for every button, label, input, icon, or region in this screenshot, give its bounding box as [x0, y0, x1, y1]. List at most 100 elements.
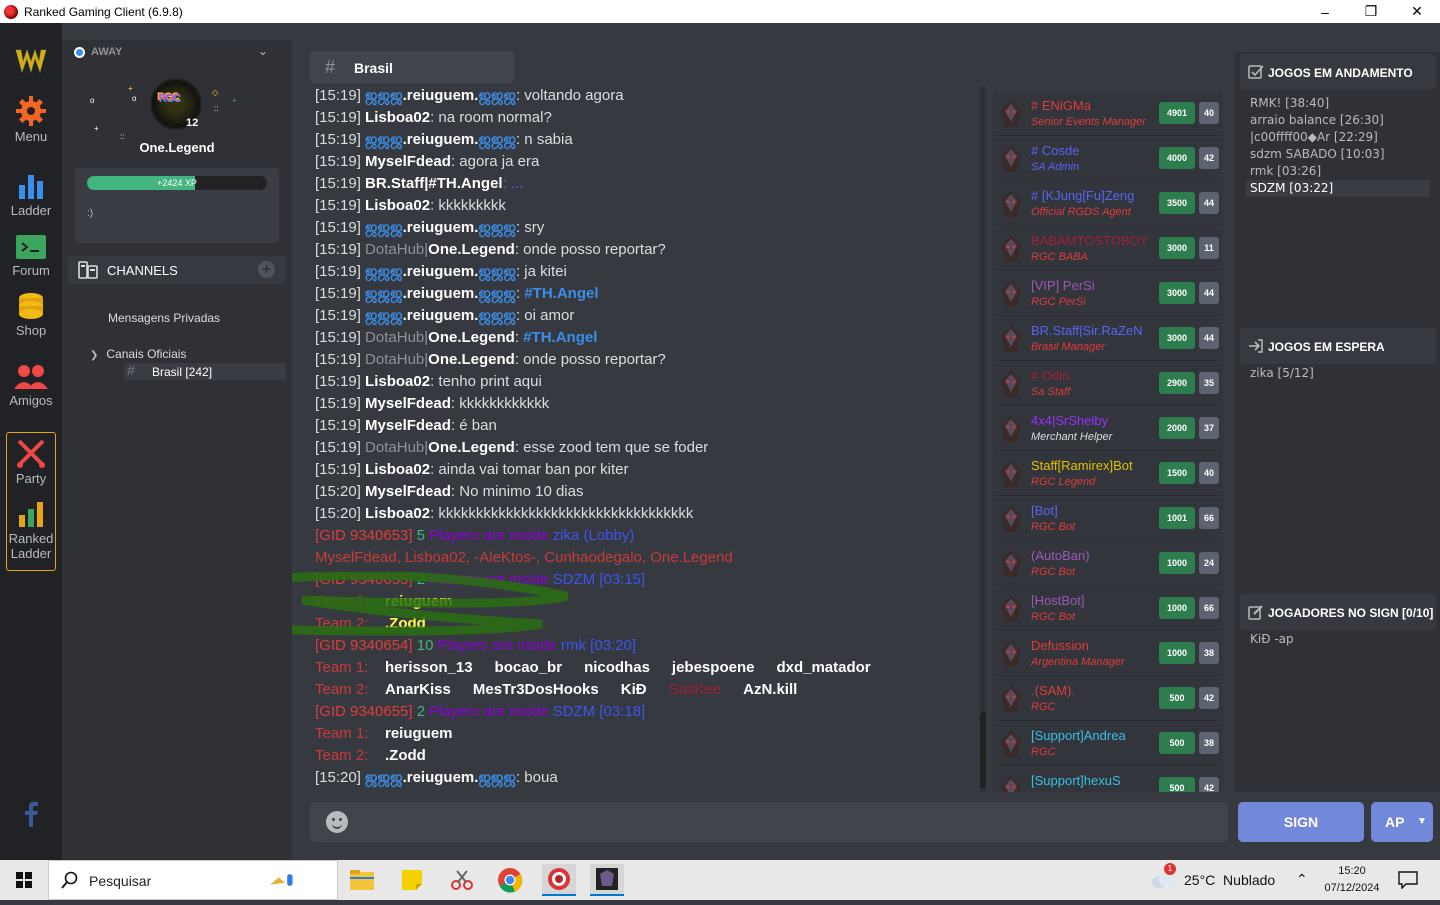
message-author[interactable]: MyselFdead [365, 417, 451, 434]
game-list-item[interactable]: |c00ffff00◆Ar [22:29] [1250, 129, 1430, 146]
message-author[interactable]: .reiuguem. [403, 263, 479, 280]
member-row[interactable]: .(SAM). RGC 500 42 [993, 677, 1223, 721]
message-author[interactable]: BR.Staff|#TH.Angel [365, 175, 503, 192]
message-author[interactable]: One.Legend [428, 439, 515, 456]
team-player[interactable]: AzN.kill [743, 681, 797, 698]
add-channel-button[interactable]: + [258, 261, 275, 278]
nav-menu[interactable]: Menu [0, 95, 62, 144]
close-button[interactable]: ✕ [1394, 0, 1440, 23]
game-name[interactable]: SDZM [03:15] [553, 571, 646, 588]
private-messages[interactable]: Mensagens Privadas [108, 311, 220, 325]
emoji-icon[interactable] [326, 811, 348, 833]
member-row[interactable]: 4x4|SrShelby Merchant Helper 2000 37 [993, 407, 1223, 451]
message-author[interactable]: .reiuguem. [403, 307, 479, 324]
channel-item-brasil[interactable]: # Brasil [242] [124, 362, 286, 380]
team-player[interactable]: AnarKiss [385, 681, 451, 698]
logo-button[interactable] [0, 46, 62, 76]
message-author[interactable]: One.Legend [428, 241, 515, 258]
message-author[interactable]: .reiuguem. [403, 131, 479, 148]
member-row[interactable]: # Odin Sa Staff 2900 35 [993, 362, 1223, 406]
minimize-button[interactable]: – [1302, 0, 1348, 23]
message-author[interactable]: Lisboa02 [365, 461, 430, 478]
team-player[interactable]: jebespoene [672, 659, 755, 676]
team-player[interactable]: SasKee [669, 681, 722, 698]
member-row[interactable]: [Bot] RGC Bot 1001 66 [993, 497, 1223, 541]
game-list-item[interactable]: sdzm SABADO [10:03] [1250, 146, 1430, 163]
member-row[interactable]: BR.Staff|Sir.RaZeN Brasil Manager 3000 44 [993, 317, 1223, 361]
restore-button[interactable]: ❐ [1348, 0, 1394, 23]
nav-ladder[interactable]: Ladder [0, 171, 62, 218]
team-player[interactable]: .Zodd [385, 747, 426, 764]
facebook-link[interactable] [0, 801, 62, 827]
chat-scrollbar[interactable] [980, 712, 986, 788]
status-selector[interactable]: AWAY [74, 46, 122, 58]
snipping-tool-icon[interactable] [446, 864, 478, 896]
game-app-icon[interactable] [590, 864, 624, 896]
chrome-icon[interactable] [494, 864, 526, 896]
user-mention[interactable]: #TH.Angel [524, 285, 598, 302]
chevron-down-icon[interactable]: ▼ [1417, 802, 1427, 842]
nav-forum[interactable]: Forum [0, 233, 62, 278]
user-mention[interactable]: #TH.Angel [523, 329, 597, 346]
message-input[interactable] [310, 802, 1228, 842]
team-player[interactable]: .Zodd [385, 615, 426, 632]
member-row[interactable]: [VIP] PerSi RGC PerSi 3000 44 [993, 272, 1223, 316]
nav-shop[interactable]: Shop [0, 291, 62, 338]
notification-icon[interactable] [1398, 871, 1418, 889]
team-player[interactable]: reiuguem [385, 593, 453, 610]
nav-party[interactable]: Party [0, 439, 62, 486]
game-list-item[interactable]: KiĐ -ap [1250, 631, 1294, 648]
message-author[interactable]: Lisboa02 [365, 197, 430, 214]
message-author[interactable]: One.Legend [428, 329, 515, 346]
message-author[interactable]: .reiuguem. [403, 285, 479, 302]
nav-friends[interactable]: Amigos [0, 363, 62, 408]
game-name[interactable]: rmk [03:20] [561, 637, 636, 654]
member-row[interactable]: [Support]hexuS 500 42 [993, 767, 1223, 792]
team-player[interactable]: reiuguem [385, 725, 453, 742]
weather-widget[interactable]: 1 25°C Nublado [1150, 860, 1275, 900]
message-author[interactable]: MyselFdead [365, 483, 451, 500]
message-author[interactable]: .reiuguem. [403, 769, 479, 786]
nav-ranked-ladder[interactable]: Ranked Ladder [0, 499, 62, 561]
message-author[interactable]: MyselFdead [365, 153, 451, 170]
team-player[interactable]: KiĐ [621, 681, 647, 698]
sign-button[interactable]: SIGN [1238, 802, 1364, 842]
message-author[interactable]: Lisboa02 [365, 373, 430, 390]
message-author[interactable]: Lisboa02 [365, 109, 430, 126]
game-list-item[interactable]: SDZM [03:22] [1246, 180, 1430, 197]
message-author[interactable]: Lisboa02 [365, 505, 430, 522]
member-row[interactable]: BABAMTOSTOBOY RGC BABA 3000 11 [993, 227, 1223, 271]
start-button[interactable] [0, 860, 48, 900]
chevron-up-icon[interactable]: ⌃ [1296, 871, 1308, 888]
game-list-item[interactable]: zika [5/12] [1250, 365, 1314, 382]
clock[interactable]: 15:20 07/12/2024 [1318, 863, 1386, 897]
message-author[interactable]: One.Legend [428, 351, 515, 368]
member-row[interactable]: # [KJung[Fu]Zeng Official RGDS Agent 3500 4… [993, 182, 1223, 226]
member-row[interactable]: Staff[Ramirex]Bot RGC Legend 1500 40 [993, 452, 1223, 496]
game-list-item[interactable]: arraio balance [26:30] [1250, 112, 1430, 129]
member-row[interactable]: Defussion Argentina Manager 1000 38 [993, 632, 1223, 676]
member-row[interactable]: # Cosde SA Admin 4000 42 [993, 137, 1223, 181]
member-row[interactable]: [Support]Andrea RGC 500 38 [993, 722, 1223, 766]
message-author[interactable]: MyselFdead [365, 395, 451, 412]
game-list-item[interactable]: RMK! [38:40] [1250, 95, 1430, 112]
member-row[interactable]: [HostBot] RGC Bot 1000 66 [993, 587, 1223, 631]
chevron-down-icon[interactable]: ⌄ [258, 44, 268, 58]
team-player[interactable]: MesTr3DosHooks [473, 681, 599, 698]
status-message[interactable]: :) [87, 208, 93, 219]
sticky-notes-icon[interactable] [396, 864, 428, 896]
member-row[interactable]: # ENiGMa Senior Events Manager 4901 40 [993, 92, 1223, 136]
message-author[interactable]: .reiuguem. [403, 219, 479, 236]
game-name[interactable]: SDZM [03:18] [553, 703, 646, 720]
team-player[interactable]: nicodhas [584, 659, 650, 676]
team-player[interactable]: bocao_br [495, 659, 563, 676]
member-row[interactable]: (AutoBan) RGC Bot 1000 24 [993, 542, 1223, 586]
team-player[interactable]: dxd_matador [776, 659, 870, 676]
team-player[interactable]: herisson_13 [385, 659, 473, 676]
channel-category[interactable]: ❯ Canais Oficiais [90, 347, 186, 361]
rgc-app-icon[interactable] [542, 864, 576, 896]
game-name[interactable]: zika (Lobby) [553, 527, 635, 544]
ap-button[interactable]: AP ▼ [1371, 802, 1433, 842]
file-explorer-icon[interactable] [346, 864, 378, 896]
game-list-item[interactable]: rmk [03:26] [1250, 163, 1430, 180]
